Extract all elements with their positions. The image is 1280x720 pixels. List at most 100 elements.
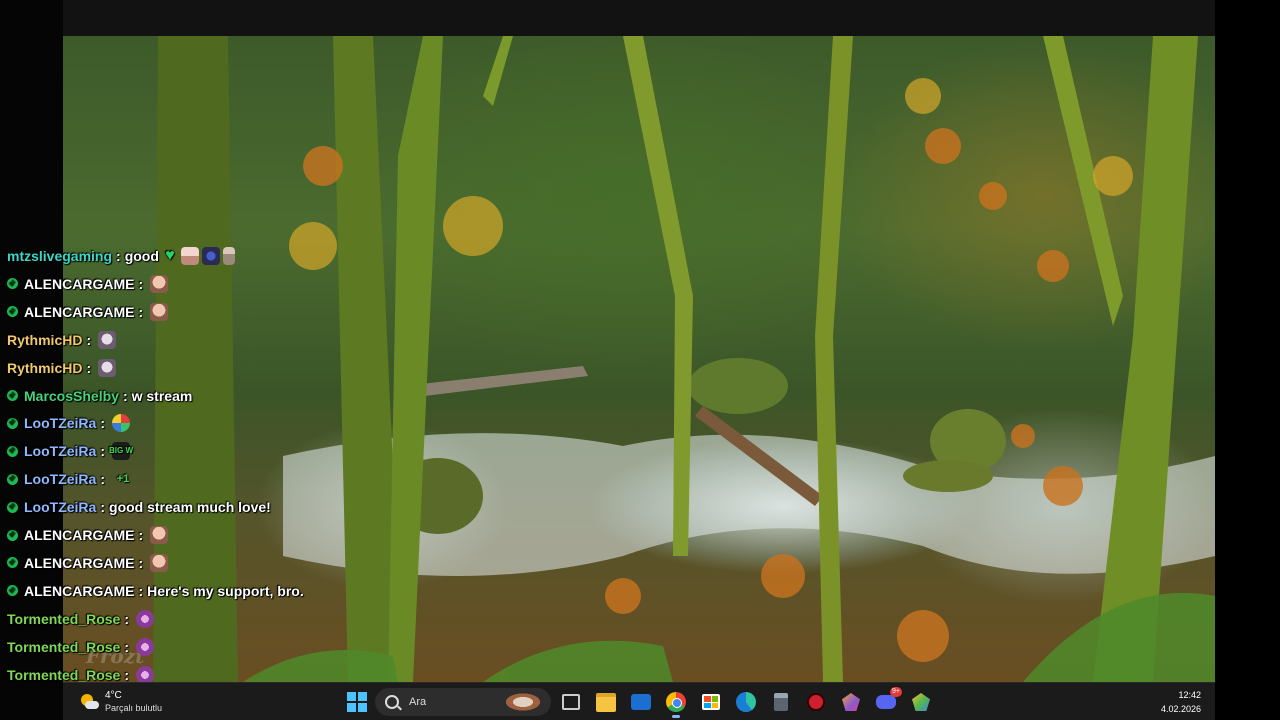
clock-time: 12:42 [1178, 690, 1201, 700]
task-view-icon [562, 694, 580, 710]
store-icon [702, 694, 720, 710]
chat-username: MarcosShelby [24, 387, 119, 404]
chat-username: RythmicHD [7, 359, 83, 376]
chat-separator: : [86, 331, 92, 348]
chat-message: ✓ MarcosShelby: w stream [7, 385, 192, 407]
globe-emote-icon [112, 414, 131, 433]
flower-emote-icon [136, 665, 154, 684]
chat-username: ALENCARGAME [24, 554, 135, 571]
taskbar: 4°C Parçalı bulutlu Ara 9+ 12:42 4.02.20… [63, 682, 1215, 720]
chat-separator: : [138, 554, 144, 571]
plus-emote-icon: +1 [116, 473, 130, 486]
chat-text: w stream [131, 387, 193, 404]
chat-username: ALENCARGAME [24, 527, 135, 543]
chat-message: ✓ ALENCARGAME: Here's my support, bro. [7, 580, 304, 602]
chat-username: Tormented_Rose [7, 666, 121, 683]
chat-separator: : [138, 275, 144, 292]
verified-badge-icon: ✓ [7, 529, 18, 541]
discord-button[interactable]: 9+ [874, 687, 902, 714]
weather-temperature: 4°C [105, 690, 122, 701]
obsidian-icon [842, 693, 860, 711]
file-explorer-button[interactable] [594, 690, 618, 714]
search-placeholder: Ara [409, 696, 427, 708]
taskbar-search[interactable]: Ara [375, 688, 551, 716]
windows-logo-icon [347, 692, 367, 712]
chat-separator: : [100, 415, 106, 432]
chat-username: LooTZeiRa [24, 471, 97, 488]
chat-separator: : [86, 359, 92, 376]
edge-button[interactable] [734, 690, 758, 714]
chat-message: ✓ ALENCARGAME: [7, 301, 169, 323]
verified-badge-icon: ✓ [7, 306, 18, 318]
chat-separator: : [138, 527, 144, 543]
task-view-button[interactable] [559, 690, 583, 714]
calculator-button[interactable] [769, 690, 793, 714]
search-highlight-icon [503, 692, 543, 712]
chat-message: Tormented_Rose: [7, 608, 154, 630]
chat-separator: : [100, 471, 106, 488]
chat-message: RythmicHD: [7, 329, 117, 351]
partly-cloudy-icon [79, 692, 99, 712]
chrome-icon [666, 692, 686, 712]
chrome-dev-button[interactable] [909, 690, 933, 714]
chat-separator: : [124, 666, 129, 683]
chat-message: ✓ ALENCARGAME: [7, 552, 169, 574]
verified-badge-icon: ✓ [7, 417, 18, 429]
start-button[interactable] [345, 690, 369, 714]
anime-emote-icon [180, 247, 199, 265]
security-app-button[interactable] [804, 690, 828, 714]
chat-text: good stream much love! [109, 499, 271, 516]
face-emote-icon [150, 302, 169, 321]
chat-message: RythmicHD: [7, 357, 117, 379]
edge-icon [736, 692, 756, 712]
search-icon [385, 695, 399, 709]
chat-username: ALENCARGAME [24, 582, 135, 599]
chat-message: ✓ LooTZeiRa: +1 [7, 468, 134, 490]
weather-widget[interactable]: 4°C Parçalı bulutlu [79, 687, 162, 717]
chat-separator: : [124, 638, 129, 655]
verified-badge-icon: ✓ [7, 585, 18, 597]
chat-username: ALENCARGAME [24, 303, 135, 320]
verified-badge-icon: ✓ [7, 278, 18, 290]
verified-badge-icon: ✓ [7, 473, 18, 485]
clock-date: 4.02.2026 [1160, 704, 1201, 714]
active-indicator [672, 715, 680, 718]
chat-message: ✓ LooTZeiRa: [7, 412, 131, 434]
right-black-bar [1215, 0, 1280, 720]
face-emote-icon [150, 553, 169, 572]
system-clock[interactable]: 12:42 4.02.2026 [1161, 688, 1201, 716]
obsidian-button[interactable] [839, 690, 863, 714]
heart-emote-icon: ♥ [165, 247, 175, 264]
chat-separator: : [100, 443, 106, 460]
chat-username: LooTZeiRa [24, 443, 97, 460]
outlook-button[interactable] [629, 690, 653, 714]
discord-notification-badge: 9+ [890, 687, 902, 697]
chrome-dev-icon [912, 693, 930, 711]
chat-username: Tormented_Rose [7, 638, 121, 655]
chat-separator: : [116, 248, 121, 264]
flower-emote-icon [136, 609, 154, 628]
chat-text: good [124, 248, 159, 264]
chat-separator: : [100, 499, 106, 516]
chat-message: mtzslivegaming: good ♥ [7, 245, 235, 267]
chat-separator: : [138, 582, 144, 599]
chat-message: ✓ ALENCARGAME: [7, 524, 169, 546]
chat-separator: : [124, 610, 129, 627]
big-emote-icon: BIG W [109, 442, 133, 461]
stream-chat-overlay: mtzslivegaming: good ♥ ✓ ALENCARGAME: ✓ ALENCA… [0, 0, 420, 690]
ghost-emote-icon [98, 358, 117, 377]
chrome-button[interactable] [664, 690, 688, 718]
face-emote-icon [150, 274, 169, 293]
weather-condition: Parçalı bulutlu [105, 703, 163, 713]
microsoft-store-button[interactable] [699, 690, 723, 714]
chat-username: LooTZeiRa [24, 499, 97, 516]
discord-icon [876, 695, 896, 709]
chat-username: RythmicHD [7, 331, 83, 348]
chat-message: ✓ LooTZeiRa: BIG W [7, 440, 133, 462]
face-emote-icon [150, 526, 169, 544]
chat-message: ✓ ALENCARGAME: [7, 273, 169, 295]
calculator-icon [774, 693, 788, 711]
chat-username: ALENCARGAME [24, 275, 135, 292]
verified-badge-icon: ✓ [7, 390, 18, 401]
verified-badge-icon: ✓ [7, 445, 18, 457]
